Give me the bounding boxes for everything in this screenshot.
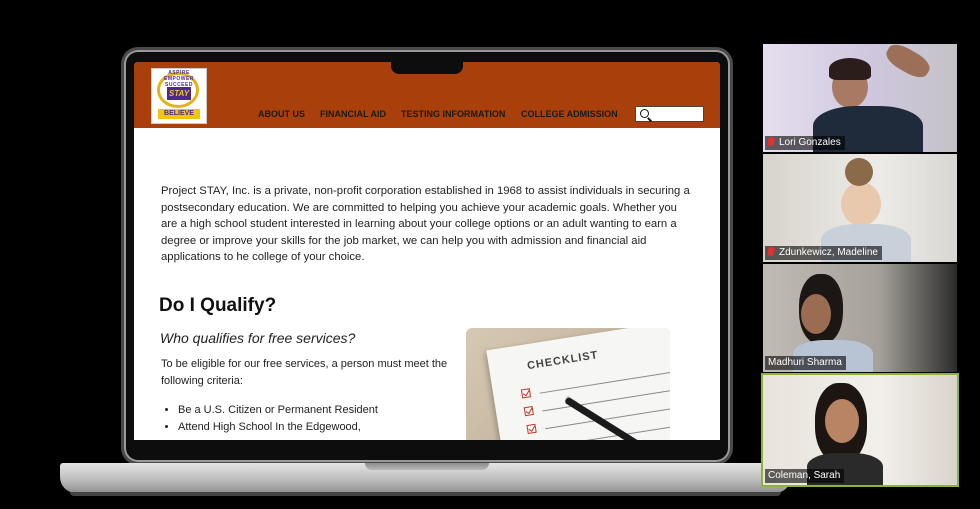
checkbox-checked-icon [520, 388, 532, 399]
nav-about-us[interactable]: ABOUT US [258, 109, 305, 119]
participant-name: Coleman, Sarah [765, 469, 845, 483]
intro-paragraph: Project STAY, Inc. is a private, non-pro… [161, 185, 690, 264]
nav-financial-aid[interactable]: FINANCIAL AID [320, 109, 386, 119]
nav-testing-information[interactable]: TESTING INFORMATION [401, 109, 505, 119]
video-tile-madeline-zdunkewicz[interactable]: Zdunkewicz, Madeline [763, 154, 957, 262]
logo-stay-text: STAY [167, 87, 191, 100]
laptop-base-foot [70, 492, 781, 496]
qualify-heading: Do I Qualify? [159, 295, 277, 316]
participant-name: Lori Gonzales [765, 136, 845, 150]
participant-head [841, 182, 881, 226]
criteria-item: Attend High School In the Edgewood, [178, 419, 378, 436]
search-box[interactable] [635, 106, 704, 122]
checklist-image: CHECKLIST [466, 328, 670, 440]
checklist-paper: CHECKLIST [486, 328, 670, 440]
mic-muted-icon [768, 137, 774, 146]
laptop-base-groove [365, 463, 489, 470]
video-tile-madhuri-sharma[interactable]: Madhuri Sharma [763, 264, 957, 372]
raised-hand [882, 44, 934, 83]
criteria-item: Be a U.S. Citizen or Permanent Resident [178, 402, 378, 419]
nav-college-admission[interactable]: COLLEGE ADMISSION [521, 109, 618, 119]
checklist-line [542, 388, 670, 412]
participant-hair [829, 58, 871, 80]
participant-name: Zdunkewicz, Madeline [765, 246, 882, 260]
checkbox-checked-icon [523, 405, 534, 417]
mic-muted-icon [768, 247, 774, 256]
checklist-line [539, 370, 670, 394]
participant-name: Madhuri Sharma [765, 356, 846, 370]
eligibility-text: To be eligible for our free services, a … [161, 358, 448, 387]
checklist-title: CHECKLIST [526, 349, 600, 373]
checkbox-checked-icon [526, 423, 537, 435]
project-stay-logo[interactable]: ASPIRE EMPOWER SUCCEED STAY BELIEVE [151, 68, 207, 124]
participant-head [825, 399, 859, 443]
website-screen: ASPIRE EMPOWER SUCCEED STAY BELIEVE ABOU… [134, 62, 720, 440]
participant-head [801, 294, 831, 334]
participant-hair-bun [845, 158, 873, 186]
video-tile-lori-gonzales[interactable]: Lori Gonzales [763, 44, 957, 152]
criteria-list: Be a U.S. Citizen or Permanent Resident … [161, 402, 378, 435]
logo-believe-ribbon: BELIEVE [158, 109, 200, 119]
video-tile-sarah-coleman[interactable]: Coleman, Sarah [761, 373, 959, 487]
camera-notch [391, 56, 463, 74]
qualify-subheading: Who qualifies for free services? [160, 330, 356, 346]
search-icon[interactable] [640, 109, 649, 118]
logo-arc-text: ASPIRE EMPOWER SUCCEED [164, 70, 194, 88]
